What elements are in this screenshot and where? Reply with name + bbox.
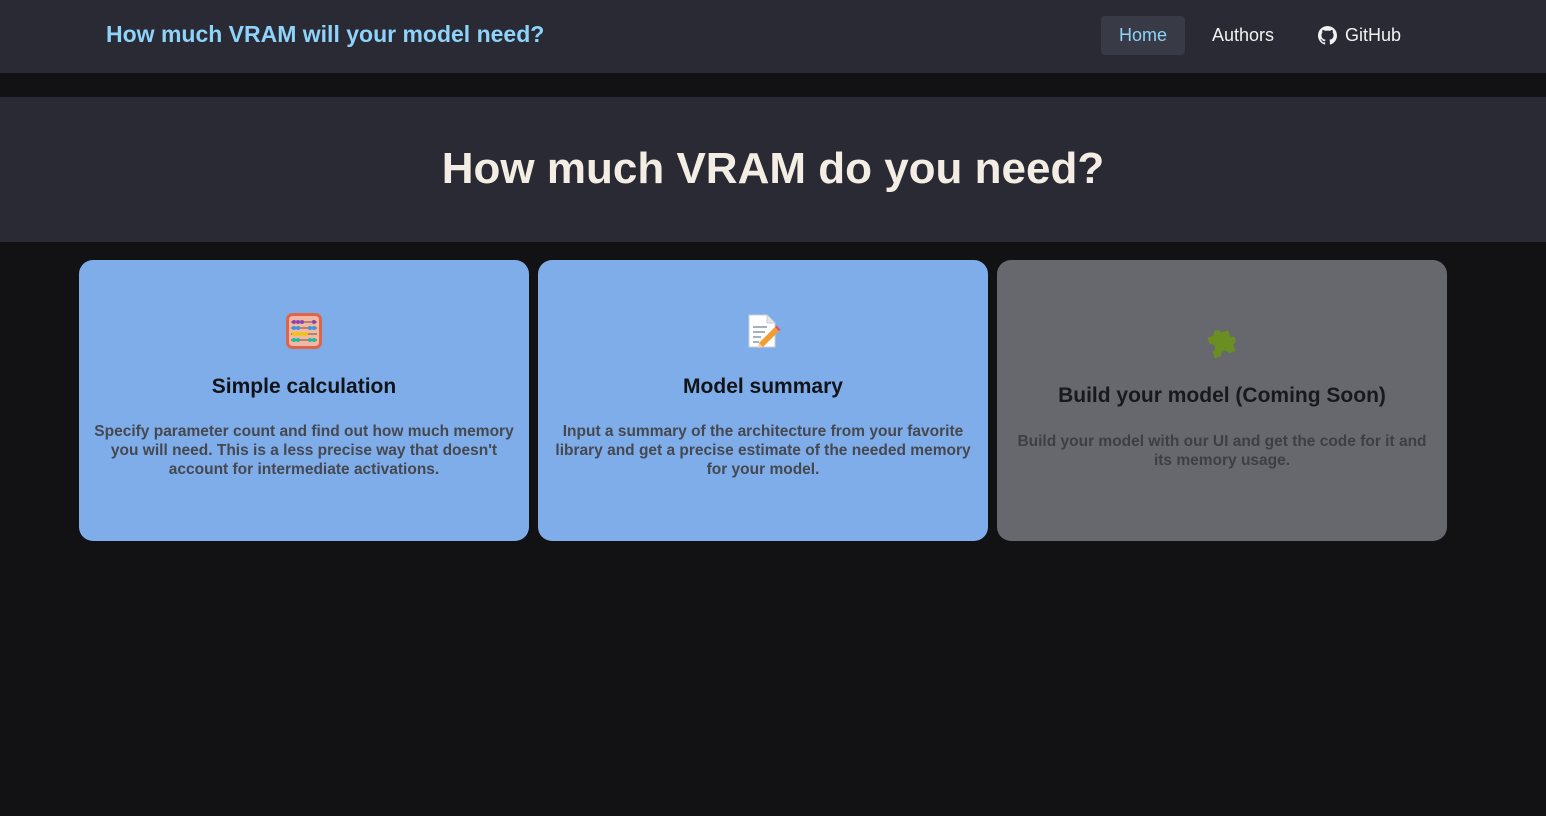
- nav-authors-link[interactable]: Authors: [1212, 16, 1274, 55]
- simple-calculation-card[interactable]: Simple calculation Specify parameter cou…: [79, 260, 529, 541]
- github-icon: [1318, 26, 1337, 45]
- page-title: How much VRAM do you need?: [441, 144, 1105, 193]
- model-summary-card[interactable]: Model summary Input a summary of the arc…: [538, 260, 988, 541]
- abacus-icon: [286, 313, 322, 349]
- card-description: Input a summary of the architecture from…: [555, 423, 971, 478]
- nav-github-label: GitHub: [1345, 25, 1402, 45]
- build-your-model-card: Build your model (Coming Soon) Build you…: [997, 260, 1447, 541]
- card-title: Simple calculation: [211, 375, 397, 398]
- brand-title[interactable]: How much VRAM will your model need?: [106, 21, 544, 48]
- top-navbar: How much VRAM will your model need? Home…: [0, 0, 1546, 73]
- hero-banner: How much VRAM do you need?: [0, 97, 1546, 242]
- card-title: Model summary: [683, 375, 843, 398]
- nav-github-link[interactable]: GitHub: [1318, 16, 1401, 55]
- card-description: Build your model with our UI and get the…: [1017, 433, 1427, 469]
- card-description: Specify parameter count and find out how…: [94, 423, 514, 478]
- memo-icon: [748, 314, 781, 348]
- card-title: Build your model (Coming Soon): [1058, 384, 1386, 407]
- puzzle-piece-icon: [1207, 329, 1236, 359]
- nav-home-link[interactable]: Home: [1101, 16, 1185, 55]
